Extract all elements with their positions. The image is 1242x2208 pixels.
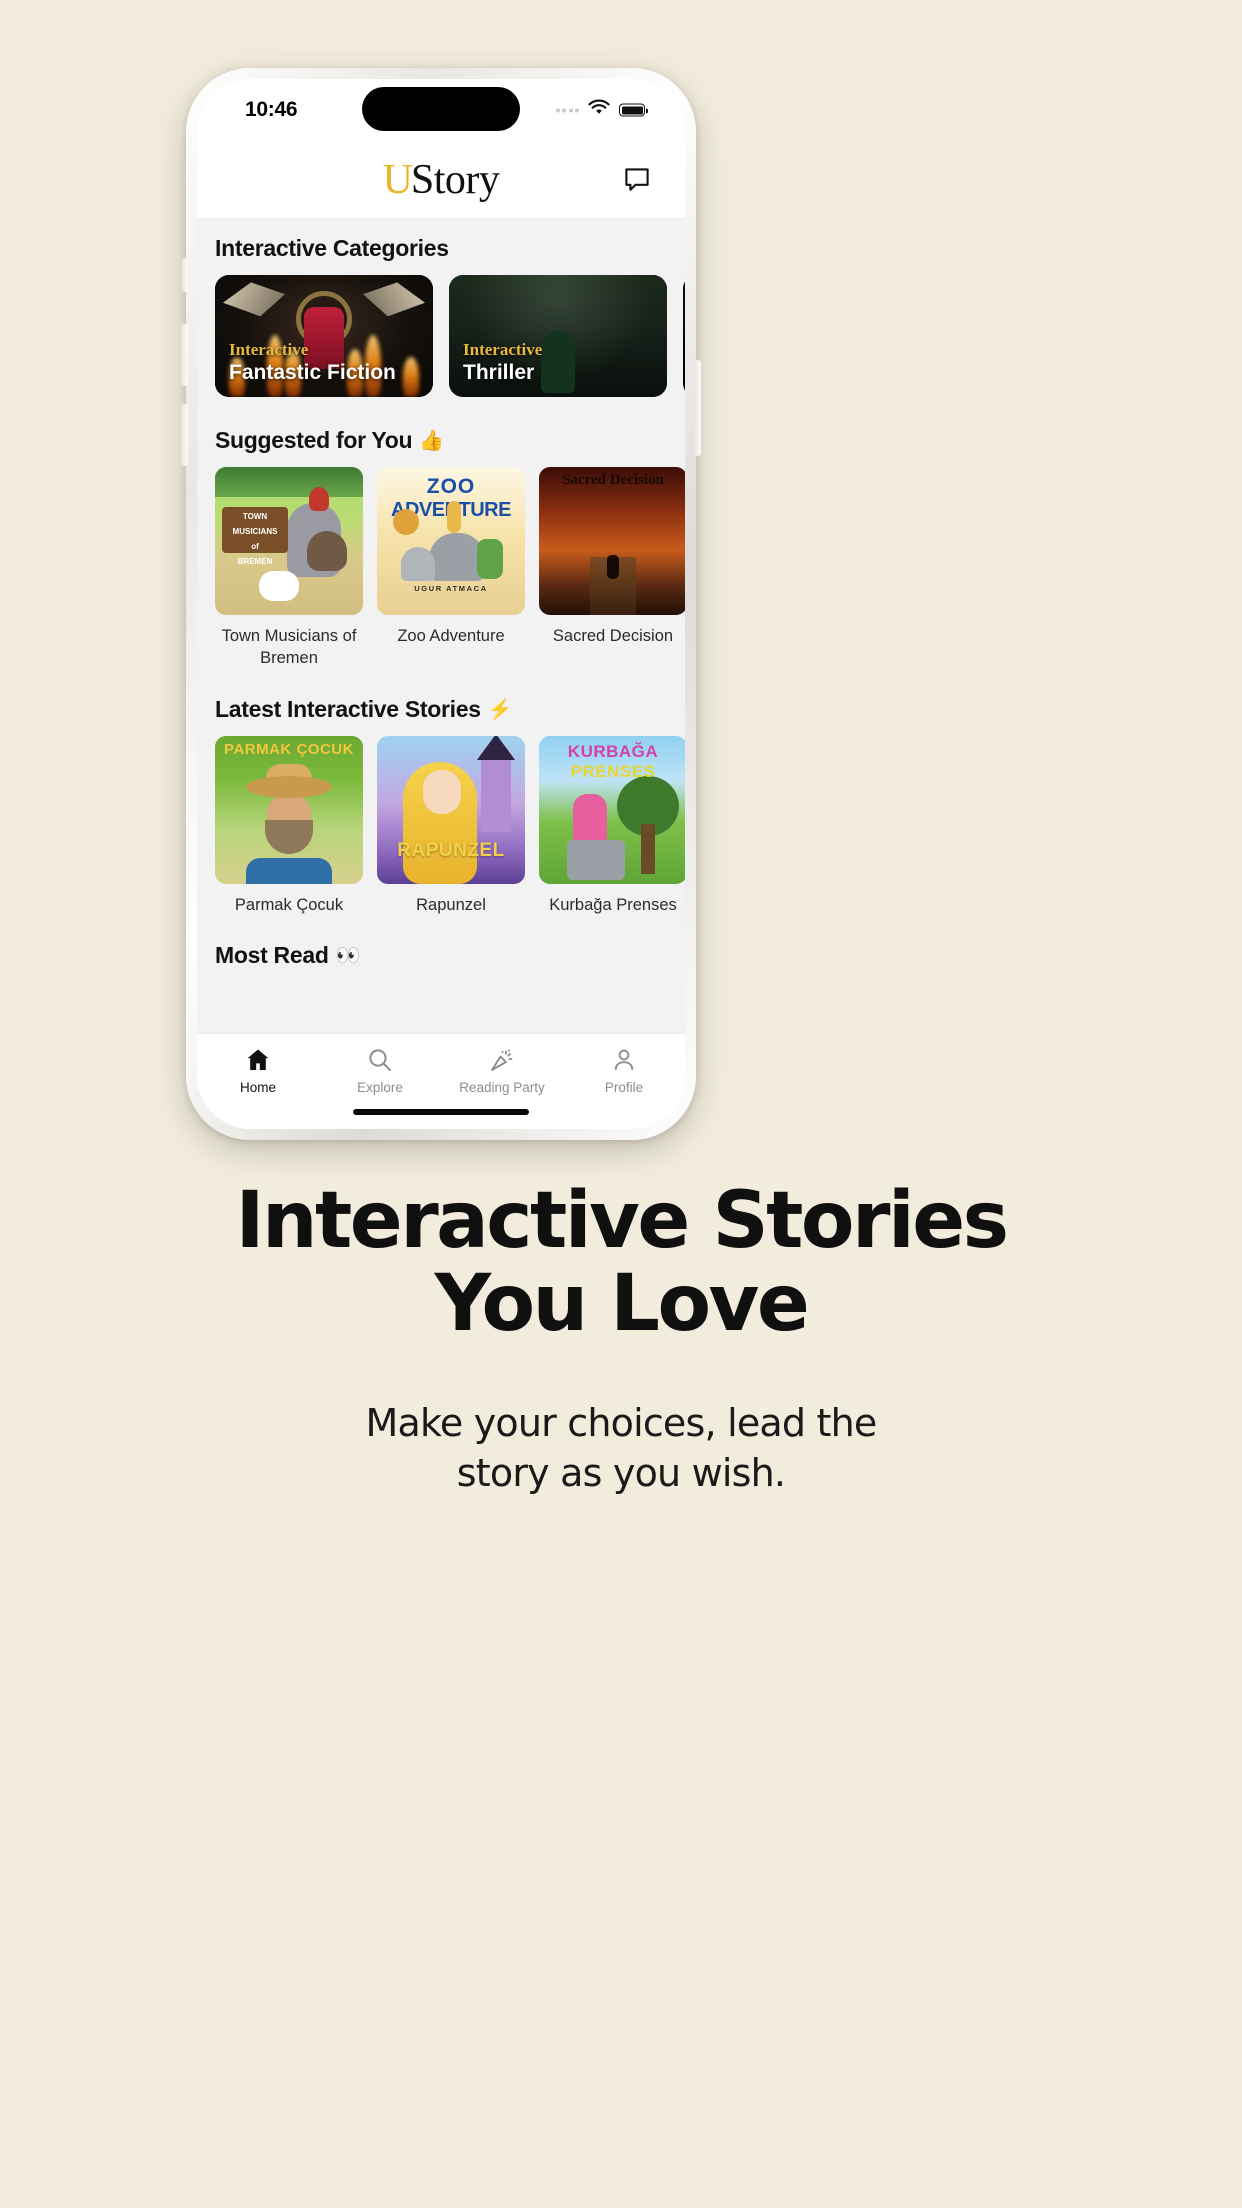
story-card-town-musicians[interactable]: TOWN MUSICIANS of BREMEN Town Musicians …	[215, 467, 363, 670]
story-title: Rapunzel	[416, 895, 486, 914]
eyes-icon: 👀	[335, 945, 361, 968]
cover-title-line-2: MUSICIANS	[232, 527, 278, 536]
story-title: Sacred Decision	[552, 627, 674, 645]
story-cover-artwork: ZOO ADVENTURE UGUR ATMACA	[377, 467, 525, 615]
section-title-most-read-label: Most Read	[215, 942, 329, 969]
cover-title-line-3: of	[251, 542, 259, 551]
phone-volume-up-button[interactable]	[181, 324, 188, 386]
story-cover-artwork: PARMAK ÇOCUK	[215, 735, 363, 884]
cover-title-line-4: BREMEN	[237, 557, 273, 566]
cover-title-line-2: ÇOCUK	[296, 740, 354, 758]
nav-item-explore[interactable]: Explore	[319, 1046, 441, 1095]
promo-subtitle-line-2: story as you wish.	[456, 1450, 786, 1495]
cover-title-line-1: RAPUNZEL	[397, 839, 505, 861]
section-title-categories: Interactive Categories	[197, 235, 685, 262]
story-cover-artwork: RAPUNZEL	[377, 735, 525, 884]
section-title-categories-label: Interactive Categories	[215, 235, 449, 261]
story-card-zoo-adventure[interactable]: ZOO ADVENTURE UGUR ATMACA Zoo Adventure	[377, 467, 525, 670]
phone-mute-switch[interactable]	[182, 258, 188, 292]
promo-subtitle: Make your choices, lead the story as you…	[60, 1399, 1182, 1498]
status-bar: 10:46	[197, 79, 685, 141]
section-title-suggested-label: Suggested for You	[215, 427, 413, 453]
story-title: Zoo Adventure	[397, 627, 505, 645]
promo-subtitle-line-1: Make your choices, lead the	[365, 1401, 878, 1446]
nav-item-reading-party[interactable]: Reading Party	[441, 1046, 563, 1095]
status-time: 10:46	[245, 98, 298, 121]
wifi-icon	[588, 99, 610, 121]
category-card-text: Interactive Thriller	[463, 340, 543, 385]
promo-block: Interactive Stories You Love Make your c…	[0, 1180, 1242, 1498]
phone-power-button[interactable]	[694, 360, 701, 456]
category-kicker: Interactive	[229, 340, 309, 360]
logo-wordmark: Story	[410, 156, 500, 203]
nav-label-home: Home	[239, 1080, 276, 1095]
nav-label-reading-party: Reading Party	[459, 1080, 545, 1095]
lightning-bolt-icon: ⚡	[487, 698, 513, 721]
party-popper-icon	[489, 1046, 515, 1074]
promo-headline: Interactive Stories You Love	[60, 1180, 1182, 1345]
latest-carousel[interactable]: PARMAK ÇOCUK Parmak Çocuk RAPUNZEL Rapun…	[197, 735, 685, 917]
category-card-text: Interactive Fantastic Fiction	[229, 340, 396, 385]
home-feed[interactable]: Interactive Categories Interactive Fanta…	[197, 219, 685, 1033]
thumbs-up-icon: 👍	[419, 430, 444, 452]
category-card-drama[interactable]: Int Dra	[683, 275, 685, 397]
nav-label-profile: Profile	[604, 1080, 644, 1095]
logo-u-mark: U	[382, 156, 413, 203]
app-header: U Story	[197, 141, 685, 219]
nav-label-explore: Explore	[357, 1080, 403, 1095]
cover-title-line-1: ZOO	[426, 475, 476, 498]
app-logo: U Story	[383, 159, 500, 201]
phone-screen: 10:46 U Story Interactive Categories Int…	[197, 79, 685, 1129]
categories-carousel[interactable]: Interactive Fantastic Fiction Interactiv…	[197, 275, 685, 397]
story-title: Kurbağa Prenses	[549, 895, 677, 914]
category-card-fantastic-fiction[interactable]: Interactive Fantastic Fiction	[215, 275, 433, 397]
story-title: Parmak Çocuk	[234, 895, 344, 914]
category-kicker: Interactive	[463, 340, 543, 360]
cover-title-line-1: KURBAĞA	[567, 741, 659, 761]
category-artwork	[683, 275, 685, 397]
promo-headline-line-1: Interactive Stories	[235, 1176, 1009, 1266]
cover-credit: UGUR ATMACA	[414, 584, 488, 593]
dynamic-island	[362, 87, 520, 131]
story-cover-artwork: KURBAĞA PRENSES	[539, 735, 685, 884]
category-name: Thriller	[463, 360, 535, 384]
phone-mockup: 10:46 U Story Interactive Categories Int…	[181, 68, 701, 1140]
chat-bubble-icon[interactable]	[623, 166, 651, 194]
section-title-latest: Latest Interactive Stories ⚡	[197, 696, 685, 723]
home-indicator[interactable]	[353, 1109, 529, 1115]
nav-item-profile[interactable]: Profile	[563, 1046, 685, 1095]
signal-dots-icon	[555, 108, 579, 112]
home-icon	[245, 1046, 271, 1074]
cover-title-line-1: PARMAK	[224, 740, 292, 758]
story-card-parmak-cocuk[interactable]: PARMAK ÇOCUK Parmak Çocuk	[215, 735, 363, 917]
story-card-sacred-decision[interactable]: Sacred Decision Sacred Decision	[539, 467, 685, 670]
cover-title-line-2: PRENSES	[570, 761, 656, 781]
story-cover-artwork: TOWN MUSICIANS of BREMEN	[215, 467, 363, 615]
promo-headline-line-2: You Love	[434, 1258, 810, 1349]
section-title-most-read: Most Read 👀	[197, 942, 685, 969]
story-title: Town Musicians of Bremen	[221, 627, 357, 667]
category-name: Fantastic Fiction	[229, 360, 396, 384]
search-icon	[367, 1046, 393, 1074]
person-icon	[611, 1046, 637, 1074]
suggested-carousel[interactable]: TOWN MUSICIANS of BREMEN Town Musicians …	[197, 467, 685, 670]
nav-item-home[interactable]: Home	[197, 1046, 319, 1095]
section-title-latest-label: Latest Interactive Stories	[215, 695, 481, 722]
section-title-suggested: Suggested for You 👍	[197, 427, 685, 454]
cover-title-line-1: Sacred Decision	[562, 472, 664, 488]
cover-title-line-1: TOWN	[242, 512, 268, 521]
battery-icon	[619, 103, 648, 117]
status-indicators	[555, 99, 648, 121]
phone-volume-down-button[interactable]	[181, 404, 188, 466]
story-cover-artwork: Sacred Decision	[539, 467, 685, 615]
story-card-kurbaga-prenses[interactable]: KURBAĞA PRENSES Kurbağa Prenses	[539, 735, 685, 917]
category-card-thriller[interactable]: Interactive Thriller	[449, 275, 667, 397]
story-card-rapunzel[interactable]: RAPUNZEL Rapunzel	[377, 735, 525, 917]
